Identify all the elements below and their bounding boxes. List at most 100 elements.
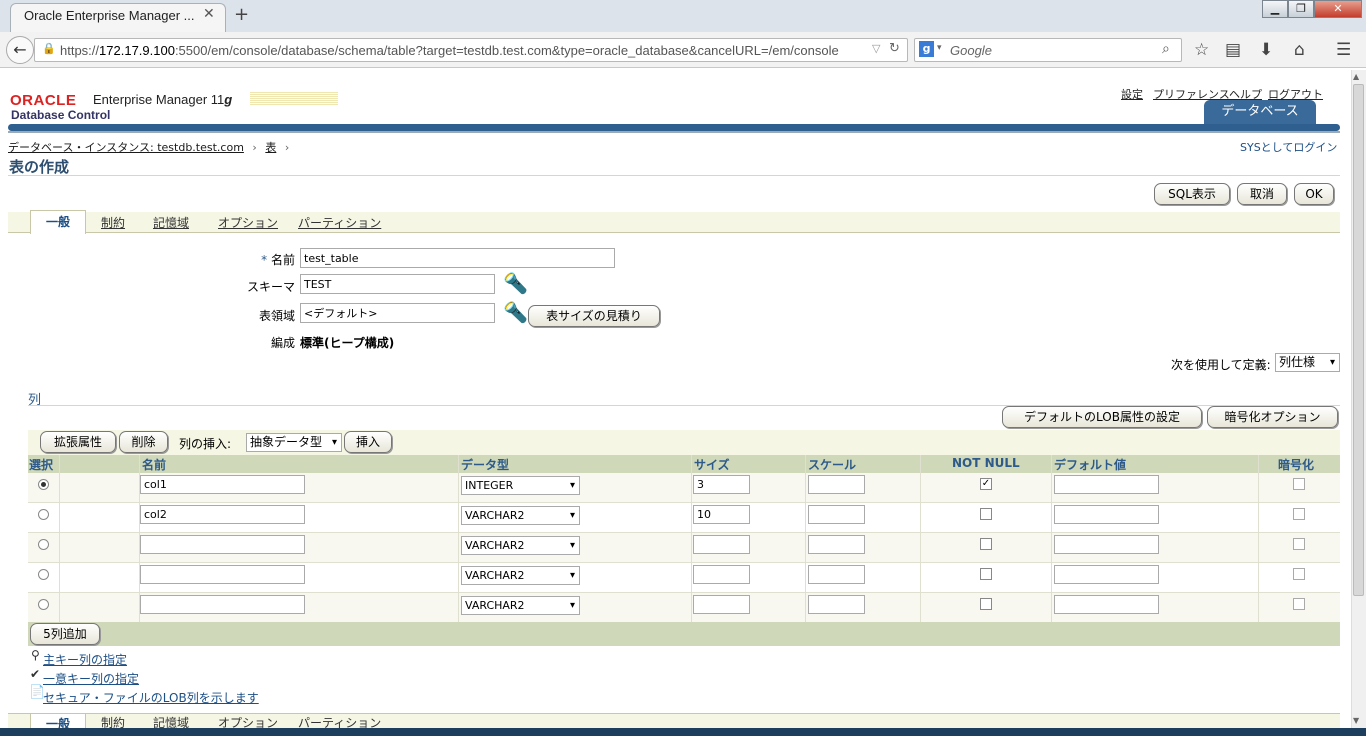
not-null-checkbox[interactable] xyxy=(980,568,992,580)
row-select-radio[interactable] xyxy=(38,539,49,550)
extended-attributes-button[interactable]: 拡張属性 xyxy=(40,431,116,453)
schema-input[interactable]: TEST xyxy=(300,274,495,294)
default-value-input[interactable] xyxy=(1054,595,1159,614)
search-placeholder: Google xyxy=(950,43,992,58)
scroll-up-icon[interactable]: ▲ xyxy=(1353,72,1359,81)
size-input[interactable]: 3 xyxy=(693,475,750,494)
search-icon[interactable]: ⌕ xyxy=(1162,41,1170,57)
column-name-input[interactable] xyxy=(140,595,305,614)
bookmark-star-icon[interactable]: ☆ xyxy=(1194,40,1209,60)
maximize-icon[interactable]: ❐ xyxy=(1288,0,1314,18)
new-tab-icon[interactable]: + xyxy=(234,4,249,25)
encrypt-checkbox[interactable] xyxy=(1293,508,1305,520)
ok-button[interactable]: OK xyxy=(1294,183,1334,205)
cancel-button[interactable]: 取消 xyxy=(1237,183,1287,205)
bottom-tab-options[interactable]: オプション xyxy=(218,713,278,728)
column-divider xyxy=(458,455,459,623)
tab-partitions[interactable]: パーティション xyxy=(298,214,381,231)
breadcrumb-table[interactable]: 表 xyxy=(265,141,276,154)
scale-input[interactable] xyxy=(808,565,865,584)
not-null-checkbox[interactable]: ✓ xyxy=(980,478,992,490)
home-icon[interactable]: ⌂ xyxy=(1294,40,1305,60)
datatype-select[interactable]: VARCHAR2 xyxy=(461,506,580,525)
tab-bar xyxy=(8,212,1340,233)
scale-input[interactable] xyxy=(808,595,865,614)
add-5-columns-button[interactable]: 5列追加 xyxy=(30,623,100,645)
row-select-radio[interactable] xyxy=(38,569,49,580)
menu-icon[interactable]: ☰ xyxy=(1336,40,1351,60)
size-input[interactable]: 10 xyxy=(693,505,750,524)
show-sql-button[interactable]: SQL表示 xyxy=(1154,183,1230,205)
scroll-down-icon[interactable]: ▼ xyxy=(1353,716,1359,725)
encryption-options-button[interactable]: 暗号化オプション xyxy=(1207,406,1338,428)
google-icon[interactable]: g xyxy=(919,41,934,57)
bottom-tab-bar xyxy=(8,713,1340,728)
default-lob-attributes-button[interactable]: デフォルトのLOB属性の設定 xyxy=(1002,406,1202,428)
define-using-label: 次を使用して定義: xyxy=(1171,358,1271,372)
database-tab[interactable]: データベース xyxy=(1204,100,1316,125)
not-null-checkbox[interactable] xyxy=(980,598,992,610)
row-select-radio[interactable] xyxy=(38,599,49,610)
search-engine-dropdown-icon[interactable]: ▾ xyxy=(937,43,942,53)
scale-input[interactable] xyxy=(808,505,865,524)
column-name-input[interactable] xyxy=(140,535,305,554)
insert-column-button[interactable]: 挿入 xyxy=(344,431,392,453)
default-value-input[interactable] xyxy=(1054,565,1159,584)
scrollbar-thumb[interactable] xyxy=(1353,84,1364,596)
url-dropdown-icon[interactable]: ▽ xyxy=(872,42,880,55)
scale-input[interactable] xyxy=(808,475,865,494)
datatype-select[interactable]: VARCHAR2 xyxy=(461,536,580,555)
tablespace-input[interactable]: <デフォルト> xyxy=(300,303,495,323)
download-icon[interactable]: ⬇ xyxy=(1259,40,1273,60)
window-close-icon[interactable]: ✕ xyxy=(1314,0,1362,18)
close-tab-icon[interactable]: ✕ xyxy=(203,6,215,22)
table-name-input[interactable]: test_table xyxy=(300,248,615,268)
delete-column-button[interactable]: 削除 xyxy=(119,431,168,453)
bottom-tab-constraints[interactable]: 制約 xyxy=(101,713,125,728)
minimize-icon[interactable]: ▁ xyxy=(1262,0,1288,18)
default-value-input[interactable] xyxy=(1054,475,1159,494)
column-name-input[interactable] xyxy=(140,565,305,584)
reload-icon[interactable]: ↻ xyxy=(889,41,900,56)
estimate-table-size-button[interactable]: 表サイズの見積り xyxy=(528,305,660,327)
bottom-tab-partitions[interactable]: パーティション xyxy=(298,713,381,728)
tab-general[interactable]: 一般 xyxy=(30,210,86,234)
encrypt-checkbox[interactable] xyxy=(1293,538,1305,550)
scale-input[interactable] xyxy=(808,535,865,554)
encrypt-checkbox[interactable] xyxy=(1293,478,1305,490)
column-name-input[interactable]: col1 xyxy=(140,475,305,494)
key-icon: ⚲ xyxy=(31,648,40,662)
schema-search-flashlight-icon[interactable]: 🔦 xyxy=(503,271,528,295)
datatype-select[interactable]: VARCHAR2 xyxy=(461,596,580,615)
header-scale: スケール xyxy=(808,458,857,472)
not-null-checkbox[interactable] xyxy=(980,538,992,550)
row-select-radio[interactable] xyxy=(38,479,49,490)
insert-type-select[interactable]: 抽象データ型 xyxy=(246,433,342,452)
tab-storage[interactable]: 記憶域 xyxy=(153,214,189,231)
bookmarks-list-icon[interactable]: ▤ xyxy=(1225,40,1241,60)
datatype-select[interactable]: VARCHAR2 xyxy=(461,566,580,585)
tab-options[interactable]: オプション xyxy=(218,214,278,231)
row-select-radio[interactable] xyxy=(38,509,49,520)
bottom-tab-storage[interactable]: 記憶域 xyxy=(153,713,189,728)
breadcrumb-instance[interactable]: データベース・インスタンス: testdb.test.com xyxy=(8,141,244,154)
column-name-input[interactable]: col2 xyxy=(140,505,305,524)
encrypt-checkbox[interactable] xyxy=(1293,568,1305,580)
header-default-value: デフォルト値 xyxy=(1054,458,1127,472)
encrypt-checkbox[interactable] xyxy=(1293,598,1305,610)
size-input[interactable] xyxy=(693,595,750,614)
default-value-input[interactable] xyxy=(1054,535,1159,554)
column-divider xyxy=(59,455,60,623)
back-arrow-icon[interactable]: ← xyxy=(6,36,34,64)
tablespace-search-flashlight-icon[interactable]: 🔦 xyxy=(503,300,528,324)
size-input[interactable] xyxy=(693,535,750,554)
define-using-select[interactable]: 列仕様 xyxy=(1275,353,1340,372)
settings-link[interactable]: 設定 xyxy=(1121,86,1143,102)
default-value-input[interactable] xyxy=(1054,505,1159,524)
bottom-tab-general[interactable]: 一般 xyxy=(30,713,86,728)
not-null-checkbox[interactable] xyxy=(980,508,992,520)
datatype-select[interactable]: INTEGER xyxy=(461,476,580,495)
url-text: https://172.17.9.100:5500/em/console/dat… xyxy=(60,43,839,58)
size-input[interactable] xyxy=(693,565,750,584)
tab-constraints[interactable]: 制約 xyxy=(101,214,125,231)
